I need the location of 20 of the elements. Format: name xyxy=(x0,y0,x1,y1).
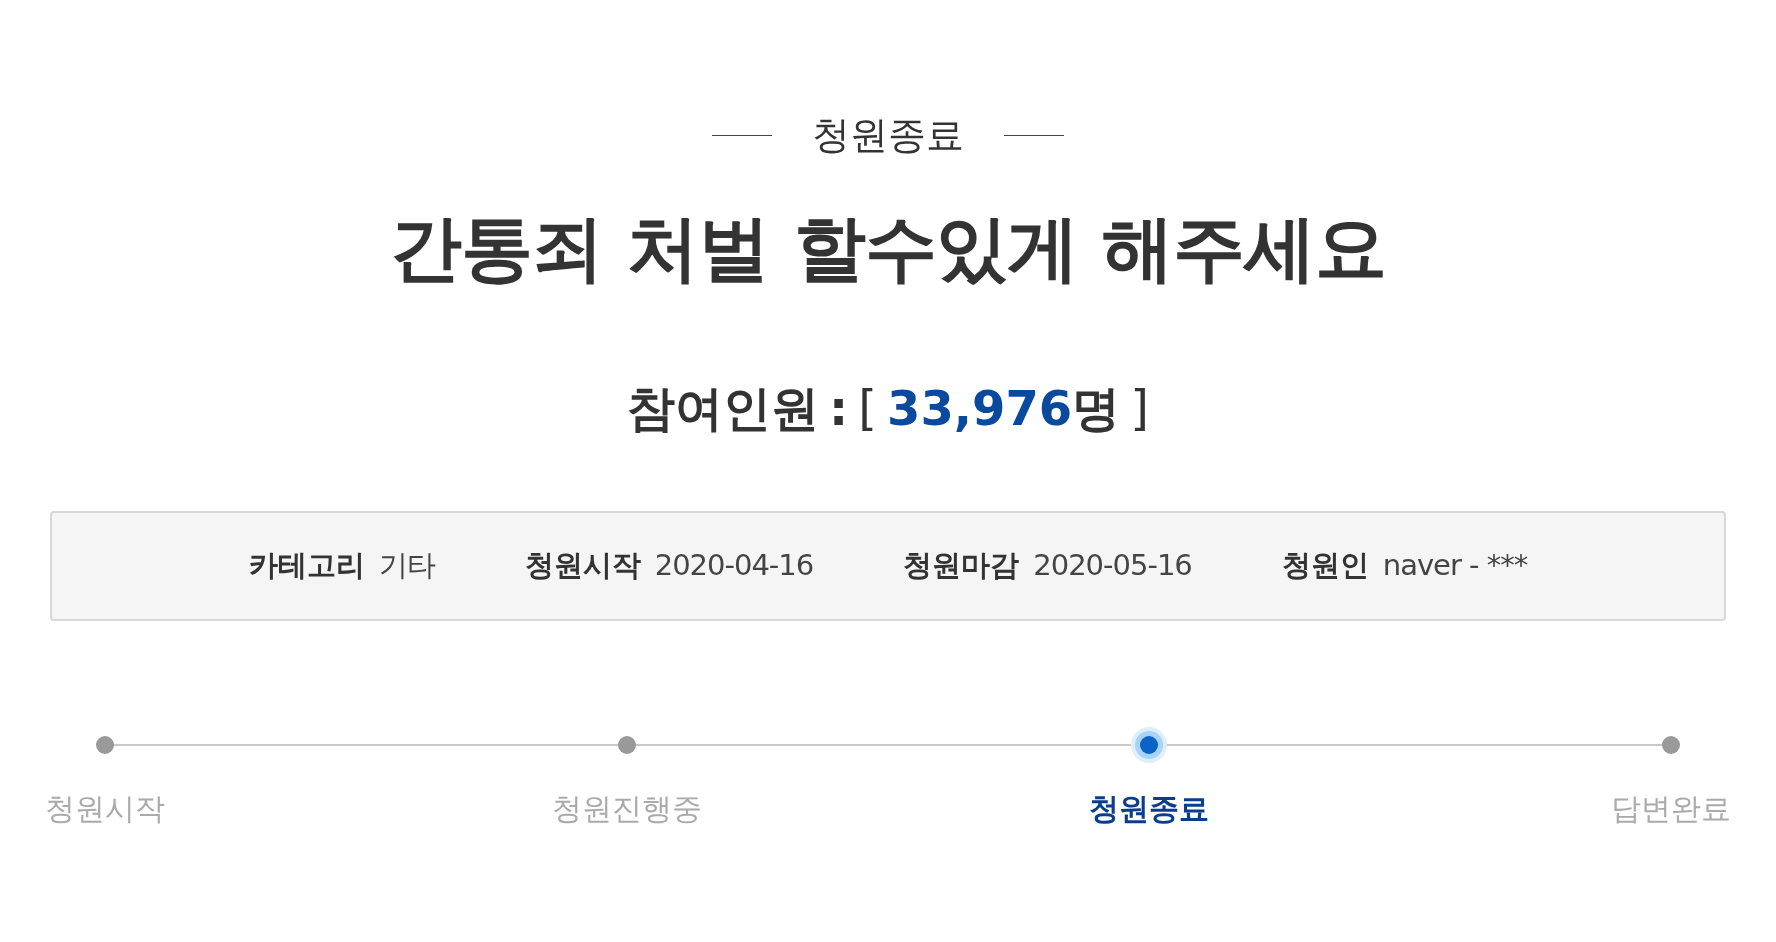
open-bracket: [ xyxy=(858,380,877,436)
count-unit: 명 xyxy=(1072,379,1121,438)
colon-separator: : xyxy=(829,380,849,436)
info-label: 청원시작 xyxy=(524,547,641,584)
info-value: 2020-04-16 xyxy=(654,548,814,582)
participants-label: 참여인원 xyxy=(627,379,820,438)
step-label: 청원종료 xyxy=(1089,790,1209,828)
info-value: 기타 xyxy=(378,547,435,584)
step-label: 답변완료 xyxy=(1611,790,1731,828)
info-label: 카테고리 xyxy=(248,547,365,584)
petition-status-label: 청원종료 xyxy=(812,112,964,159)
petition-title: 간통죄 처벌 할수있게 해주세요 xyxy=(389,205,1387,292)
info-label: 청원마감 xyxy=(903,547,1020,584)
step-label: 청원시작 xyxy=(45,790,165,828)
participants-count: 33,976 xyxy=(887,380,1073,436)
info-value: naver - *** xyxy=(1382,548,1528,582)
info-label: 청원인 xyxy=(1281,547,1369,584)
info-value: 2020-05-16 xyxy=(1033,548,1192,582)
close-bracket: ] xyxy=(1130,380,1149,436)
step-label: 청원진행중 xyxy=(552,790,702,828)
